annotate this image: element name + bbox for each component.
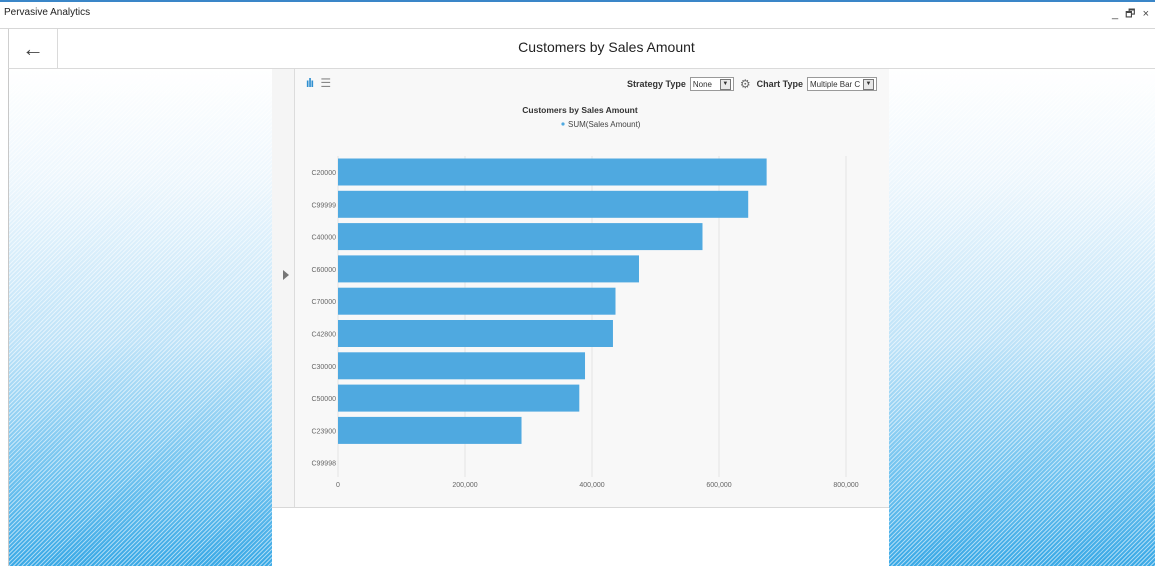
y-tick-label: C30000	[311, 364, 336, 371]
bar	[338, 320, 613, 347]
y-tick-label: C40000	[311, 235, 336, 242]
legend-marker	[561, 122, 565, 126]
bar-chart: Customers by Sales Amount SUM(Sales Amoun…	[311, 105, 858, 489]
page-header: ← Customers by Sales Amount	[8, 29, 1155, 69]
x-tick-label: 400,000	[579, 482, 604, 489]
x-tick-label: 800,000	[833, 482, 858, 489]
app-title: Pervasive Analytics	[4, 7, 91, 18]
y-tick-label: C42800	[311, 332, 336, 339]
y-tick-label: C99999	[311, 202, 336, 209]
bar	[338, 384, 580, 412]
x-tick-label: 200,000	[452, 482, 477, 489]
y-tick-label: C50000	[311, 396, 336, 403]
bar	[338, 352, 586, 380]
x-tick-label: 600,000	[706, 482, 731, 489]
chart-panel: ılı ☰ Strategy Type None ▼ ⚙ Chart Type …	[272, 69, 889, 566]
minimize-icon[interactable]: _	[1112, 8, 1118, 20]
back-arrow-icon: ←	[22, 35, 44, 61]
y-tick-label: C60000	[311, 267, 336, 274]
bar	[338, 287, 616, 315]
bar	[338, 158, 767, 186]
bar	[338, 190, 749, 218]
window-titlebar: Pervasive Analytics _ 🗗 ×	[0, 2, 1155, 29]
legend-label: SUM(Sales Amount)	[568, 120, 641, 129]
restore-icon[interactable]: 🗗	[1125, 8, 1135, 20]
back-button[interactable]: ←	[9, 29, 58, 68]
bar	[338, 223, 703, 251]
y-tick-label: C70000	[311, 299, 336, 306]
page-title: Customers by Sales Amount	[518, 39, 695, 55]
bar	[338, 255, 639, 283]
chart-card: ılı ☰ Strategy Type None ▼ ⚙ Chart Type …	[272, 69, 889, 508]
y-tick-label: C23900	[311, 428, 336, 435]
chart-title: Customers by Sales Amount	[522, 105, 638, 115]
y-tick-label: C20000	[311, 170, 336, 177]
bar	[338, 416, 522, 444]
y-tick-label: C99998	[311, 461, 336, 468]
close-icon[interactable]: ×	[1143, 8, 1149, 20]
window-controls: _ 🗗 ×	[1108, 5, 1149, 24]
x-tick-label: 0	[336, 482, 340, 489]
